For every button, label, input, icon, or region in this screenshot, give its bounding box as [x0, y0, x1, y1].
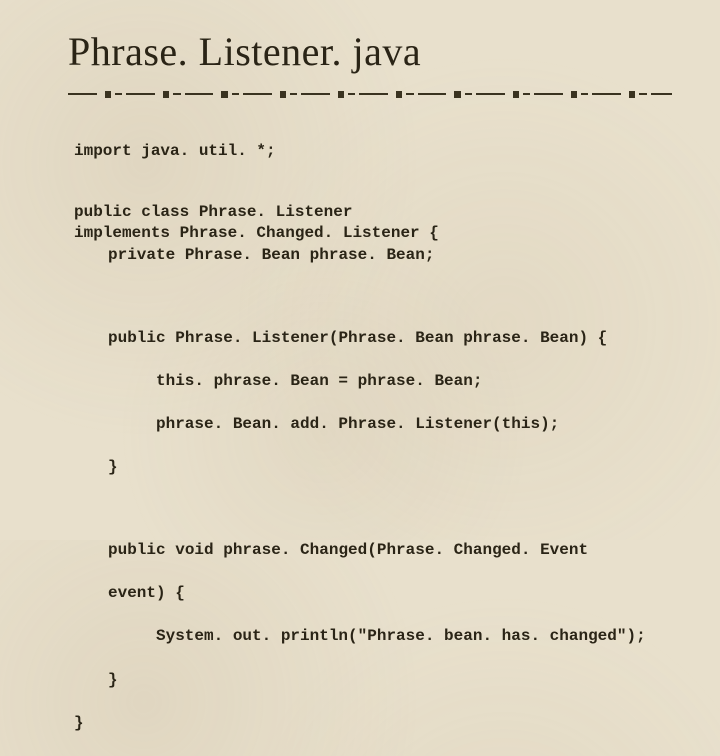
slide-title: Phrase. Listener. java [68, 28, 672, 75]
code-line: public Phrase. Listener(Phrase. Bean phr… [74, 328, 672, 350]
code-line: public void phrase. Changed(Phrase. Chan… [74, 540, 672, 562]
code-line: } [74, 670, 672, 692]
slide-container: Phrase. Listener. java import java. util… [0, 0, 720, 756]
blank-line [74, 501, 672, 519]
title-divider [68, 89, 672, 99]
code-line: this. phrase. Bean = phrase. Bean; [74, 371, 672, 393]
code-line: implements Phrase. Changed. Listener { [74, 224, 439, 242]
code-line: } [74, 457, 672, 479]
code-line: public class Phrase. Listener [74, 203, 352, 221]
code-line: phrase. Bean. add. Phrase. Listener(this… [74, 414, 672, 436]
blank-line [74, 162, 672, 180]
code-line: private Phrase. Bean phrase. Bean; [74, 245, 672, 267]
code-line: } [74, 714, 84, 732]
blank-line [74, 288, 672, 306]
code-line: System. out. println("Phrase. bean. has.… [74, 626, 672, 648]
code-block: import java. util. *; public class Phras… [68, 119, 672, 756]
code-line: event) { [74, 583, 672, 605]
code-line: import java. util. *; [74, 142, 276, 160]
